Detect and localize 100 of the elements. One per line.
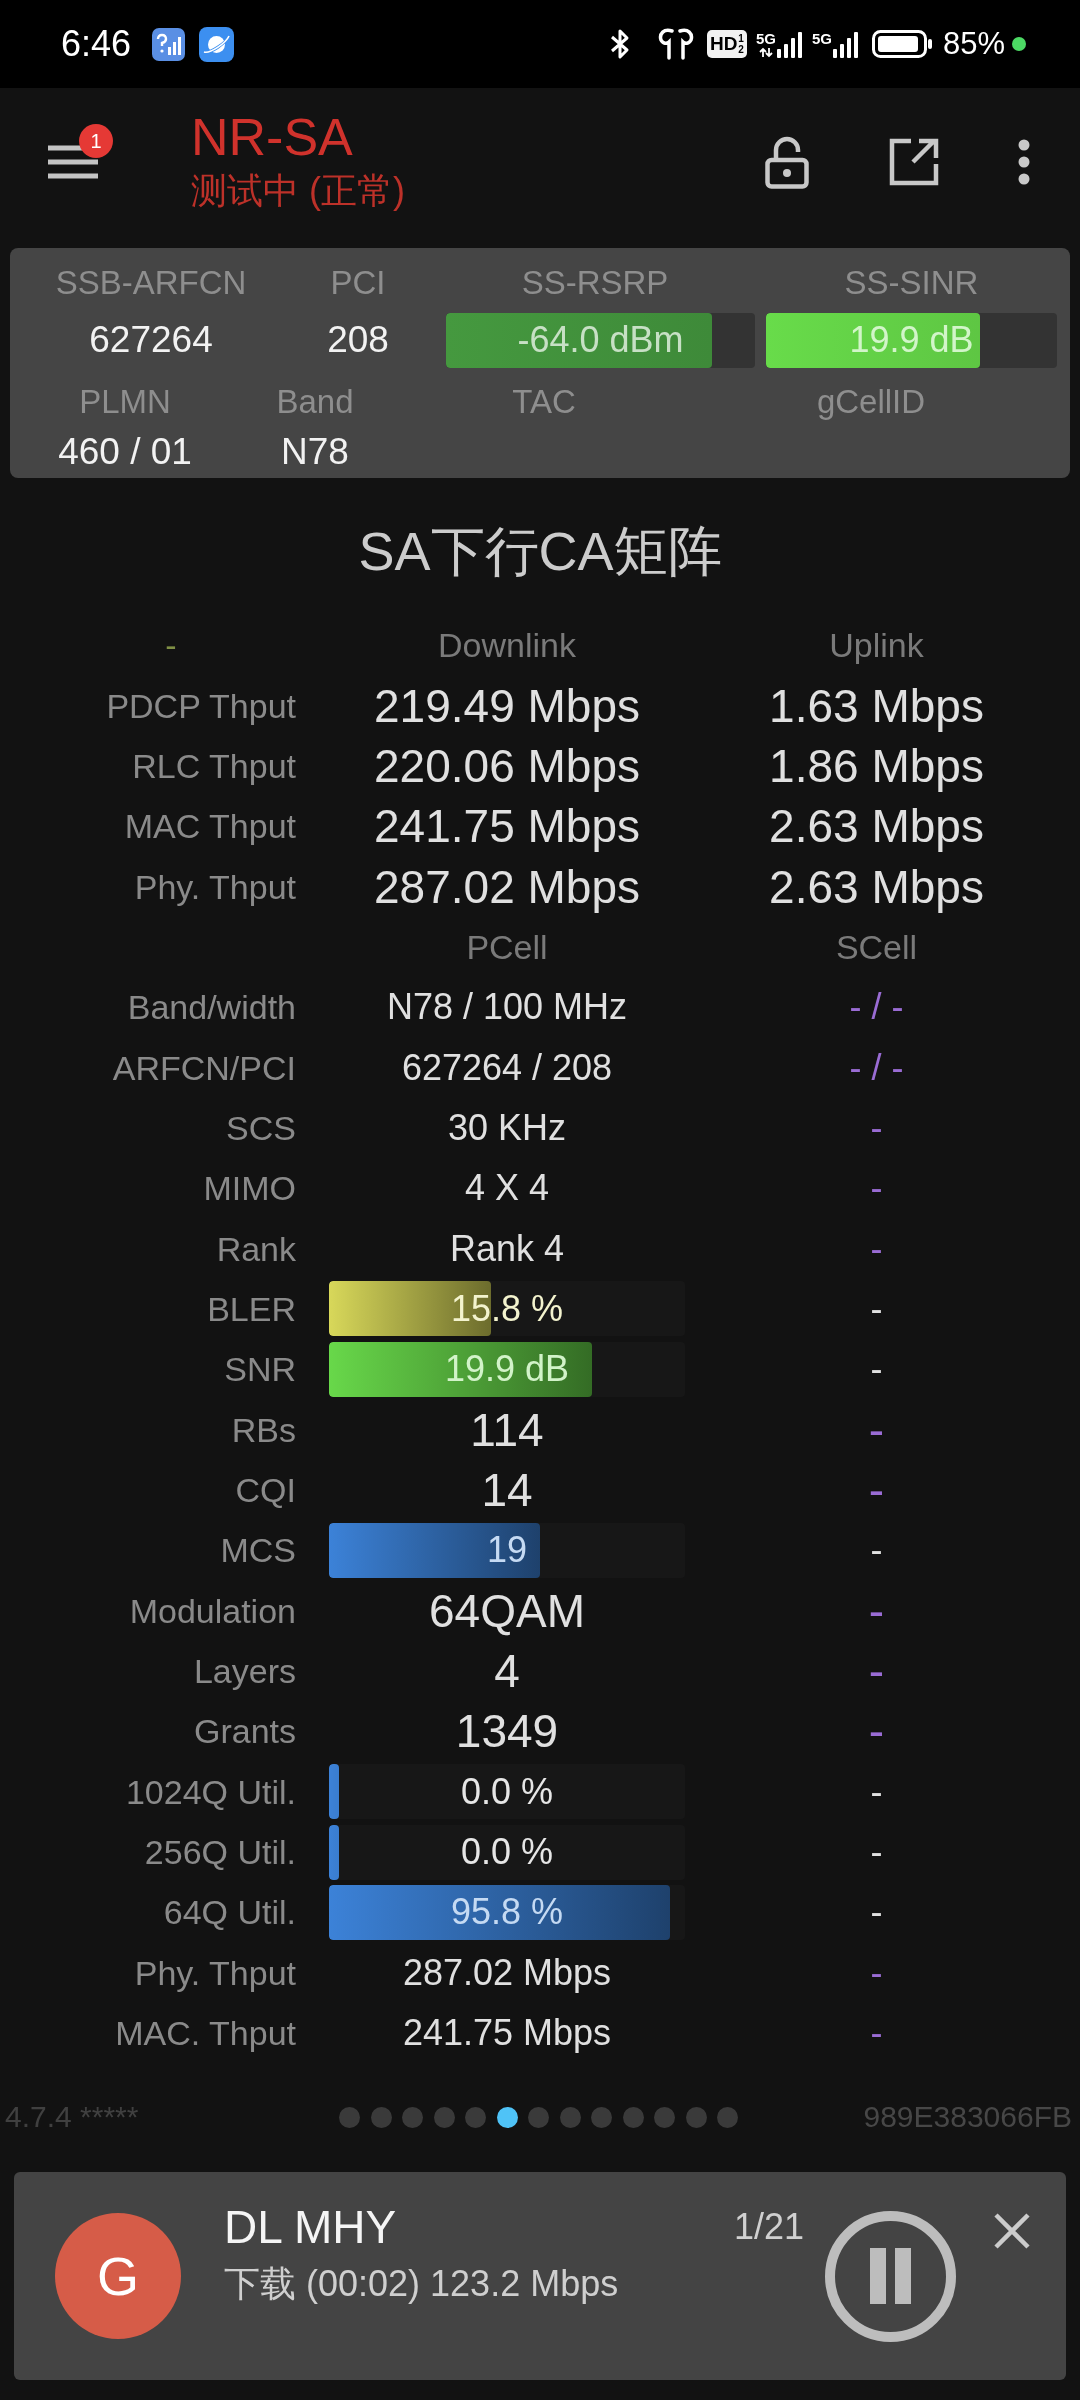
row-label: RBs [231,1409,296,1450]
export-button[interactable] [889,138,939,186]
meter-value: 19 [486,1528,527,1573]
metric-value: 2.63 Mbps [769,860,984,913]
metric-value: - [870,1891,883,1934]
metric-value: 241.75 Mbps [402,2012,612,2055]
column-header: Uplink [829,625,924,666]
field-value: N78 [281,430,349,474]
hd-label: HD [709,33,738,55]
page-dot-icon[interactable] [559,2106,581,2128]
page-dot-icon[interactable] [591,2106,612,2128]
metric-value: - [868,1403,885,1456]
metric-value: 4 X 4 [464,1167,550,1210]
column-header: Downlink [438,625,576,666]
row-label: Rank [216,1228,296,1269]
metric-value: - [870,1951,883,1994]
track-counter: 1/21 [733,2205,804,2250]
more-button[interactable] [1017,139,1031,185]
notification-detail: 下载 (00:02) 123.2 Mbps [224,2262,619,2307]
clock: 6:46 [61,24,132,64]
metric-value: - [870,1770,883,1813]
field-label: PLMN [79,382,171,422]
metric-value: 287.02 Mbps [402,1951,612,1994]
metric-value: - [870,1106,883,1149]
corner-label: - [165,625,177,666]
metric-value: N78 / 100 MHz [386,986,628,1029]
metric-value: 627264 / 208 [401,1046,613,1089]
row-label: MIMO [203,1168,296,1209]
field-label: SS-RSRP [521,263,669,303]
sim-number: 2 [738,44,744,55]
meter-value: 0.0 % [460,1769,554,1814]
row-label: PDCP Thput [106,685,296,726]
row-label: Modulation [129,1590,296,1631]
page-dot-icon[interactable] [496,2106,518,2128]
page-dot-icon[interactable] [685,2106,707,2128]
field-label: gCellID [816,382,926,422]
row-label: ARFCN/PCI [112,1047,296,1088]
metric-value: 1.63 Mbps [769,679,984,732]
close-button[interactable] [994,2213,1030,2250]
metric-value: - [868,1645,885,1697]
metric-value: 220.06 Mbps [374,739,640,792]
meter-value: 95.8 % [450,1890,564,1935]
lock-button[interactable] [765,135,809,189]
app-title: NR-SA [191,110,353,164]
row-label: 64Q Util. [163,1892,296,1933]
metric-value: 1349 [455,1705,559,1758]
pause-button[interactable] [825,2210,956,2342]
row-label: 256Q Util. [144,1832,296,1873]
metric-value: - [870,1529,883,1572]
field-value: 627264 [89,318,213,362]
indicator-dot-icon [1012,37,1026,51]
metric-value: Rank 4 [449,1227,565,1270]
metric-value: - [868,1584,885,1637]
status-text: 测试中 (正常) [191,169,405,213]
page-dot-icon[interactable] [370,2106,392,2128]
metric-value: 114 [470,1403,544,1456]
page-dot-icon[interactable] [717,2106,738,2128]
row-label: SCS [226,1107,296,1148]
page-dot-icon[interactable] [528,2106,549,2128]
column-header: SCell [835,926,918,967]
page-dot-icon[interactable] [654,2106,675,2128]
signal-bars-icon [832,31,859,58]
row-label: SNR [224,1349,296,1390]
signal-app-icon [152,27,186,61]
network-type-label: 5G [755,30,776,47]
row-label: CQI [235,1470,296,1510]
row-label: RLC Thput [132,745,296,786]
page-dot-icon[interactable] [339,2106,360,2128]
close-icon [994,2213,1030,2250]
avatar: G [55,2213,181,2340]
metric-value: - [870,1227,883,1270]
metric-value: 287.02 Mbps [374,860,640,913]
row-label: MAC. Thput [115,2013,296,2054]
metric-value: 2.63 Mbps [769,800,984,853]
notification-badge: 1 [79,124,113,158]
meter-value: 0.0 % [460,1830,554,1875]
metric-value: - [870,2012,883,2055]
metric-value: 219.49 Mbps [374,679,640,732]
page-dot-icon[interactable] [402,2106,423,2128]
sim-number: 1 [738,33,744,44]
bluetooth-icon [608,28,631,60]
row-label: Phy. Thput [134,1952,296,1993]
page-dot-icon[interactable] [433,2106,455,2128]
metric-value: 30 KHz [447,1106,567,1149]
row-label: Layers [193,1651,296,1691]
field-label: TAC [512,382,576,422]
page-dot-icon[interactable] [622,2106,644,2128]
field-label: Band [276,382,354,422]
row-label: BLER [207,1288,296,1329]
page-dot-icon[interactable] [465,2106,486,2128]
row-label: MCS [220,1530,296,1571]
metric-value: - [868,1705,885,1758]
metric-value: 241.75 Mbps [374,800,640,853]
field-value: 208 [327,318,389,362]
planet-app-icon [199,26,235,62]
notification-title: DL MHY [224,2200,397,2256]
pause-icon [870,2248,911,2305]
metric-value: - / - [849,986,904,1029]
field-value: 460 / 01 [58,430,192,474]
metric-value: 64QAM [429,1584,585,1637]
